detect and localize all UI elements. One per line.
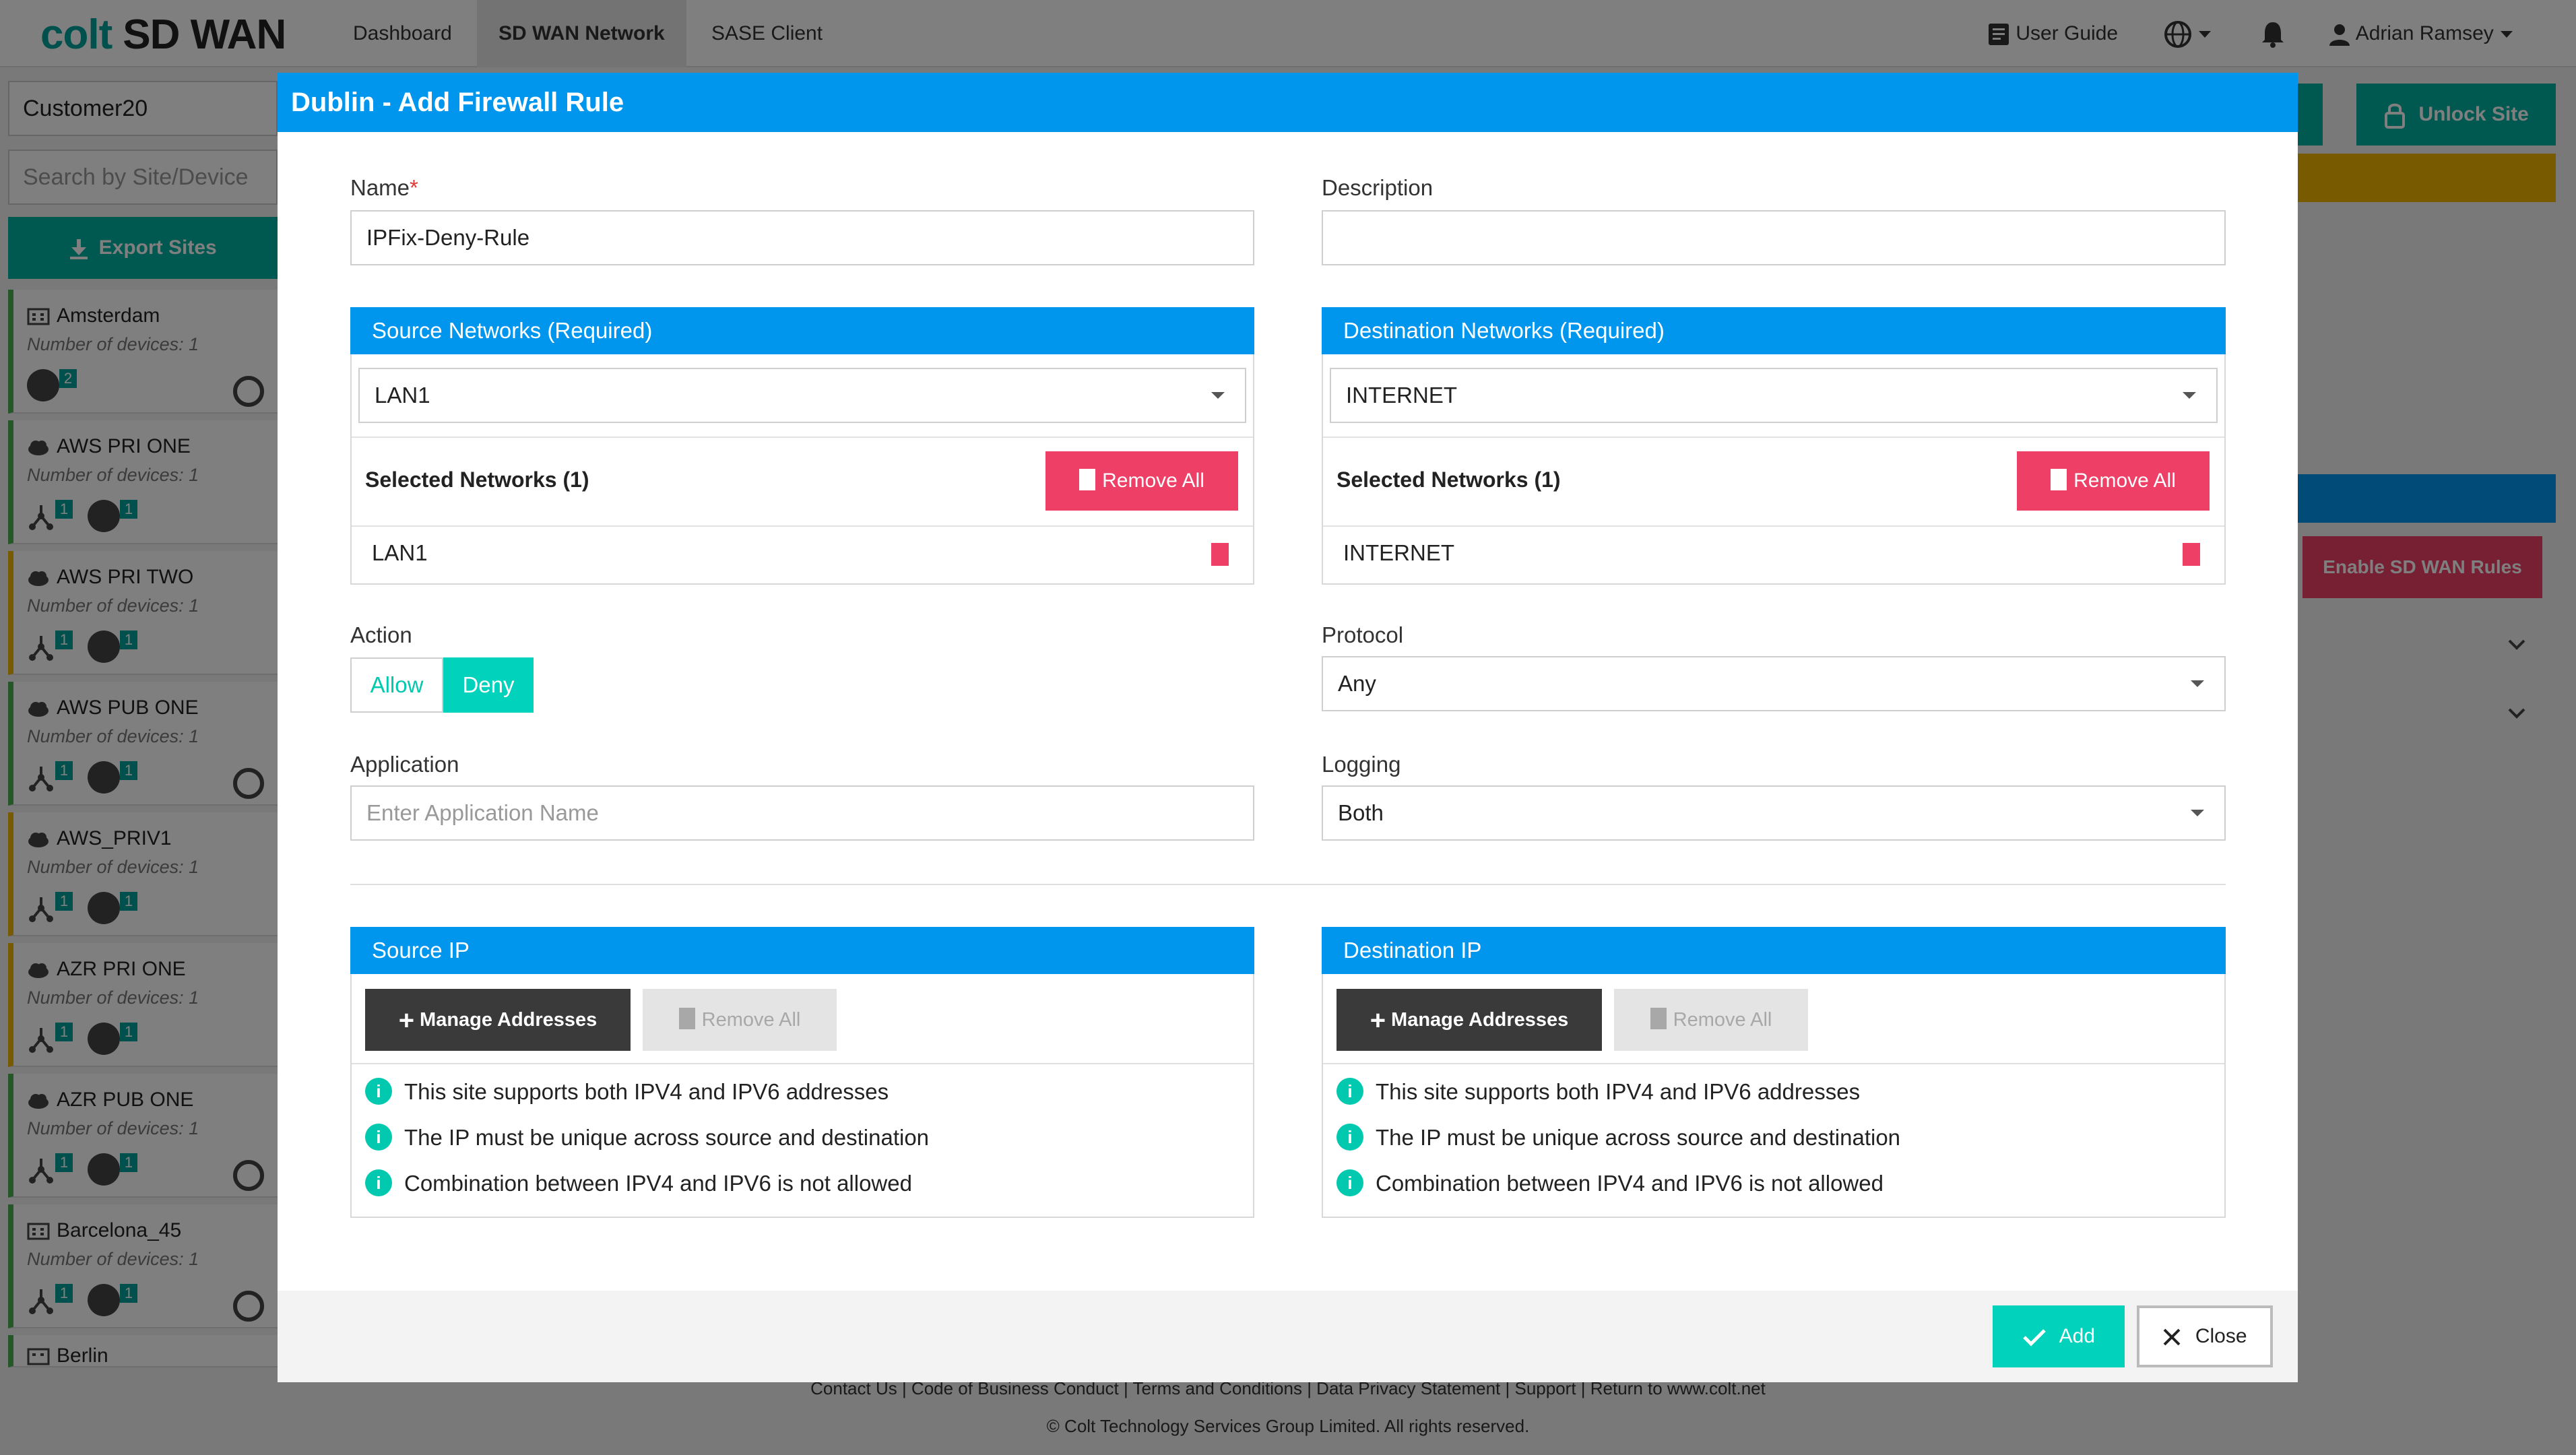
info-icon: i: [1337, 1169, 1363, 1197]
add-button[interactable]: Add: [1993, 1305, 2125, 1367]
application-input[interactable]: Enter Application Name: [350, 785, 1254, 841]
destination-networks-panel: Destination Networks (Required) INTERNET…: [1322, 307, 2226, 585]
source-networks-header: Source Networks (Required): [350, 307, 1254, 354]
destination-networks-header: Destination Networks (Required): [1322, 307, 2226, 354]
trash-icon: [678, 1008, 695, 1030]
caret-down-icon: [2191, 810, 2204, 816]
source-selected-title: Selected Networks (1): [365, 467, 589, 492]
action-label: Action: [350, 622, 412, 647]
logging-label: Logging: [1322, 752, 1401, 777]
source-selected-header: Selected Networks (1) Remove All: [352, 437, 1253, 524]
destination-ip-info-3: i Combination between IPV4 and IPV6 is no…: [1337, 1169, 1883, 1198]
caret-down-icon: [2191, 680, 2204, 687]
destination-selected-title: Selected Networks (1): [1337, 467, 1561, 492]
source-ip-panel: Source IP + Manage Addresses Remove All i…: [350, 927, 1254, 1218]
destination-ip-info-2: i The IP must be unique across source and…: [1337, 1124, 1900, 1153]
source-ip-info-2: i The IP must be unique across source and…: [365, 1124, 929, 1153]
panel-divider: [1323, 1063, 2224, 1064]
action-allow-toggle[interactable]: Allow: [350, 657, 443, 713]
info-icon: i: [1337, 1078, 1363, 1105]
description-input[interactable]: [1322, 210, 2226, 265]
destination-ip-remove-all-button[interactable]: Remove All: [1614, 989, 1808, 1051]
plus-icon: +: [1370, 1006, 1386, 1036]
source-ip-info-1: i This site supports both IPV4 and IPV6 a…: [365, 1078, 889, 1107]
check-icon: [2023, 1329, 2046, 1347]
description-label: Description: [1322, 175, 1434, 200]
name-label: Name*: [350, 175, 418, 200]
source-ip-remove-all-button[interactable]: Remove All: [643, 989, 837, 1051]
source-remove-all-button[interactable]: Remove All: [1045, 451, 1238, 511]
trash-icon: [1650, 1008, 1667, 1030]
trash-icon[interactable]: [1211, 543, 1229, 566]
caret-down-icon: [1211, 392, 1225, 399]
destination-selected-item-label: INTERNET: [1343, 540, 1454, 565]
trash-icon: [1079, 469, 1096, 491]
panel-divider: [352, 1063, 1253, 1064]
dialog-title: Dublin - Add Firewall Rule: [278, 73, 2298, 132]
destination-ip-header: Destination IP: [1322, 927, 2226, 974]
application-label: Application: [350, 752, 459, 777]
source-selected-item: LAN1: [352, 525, 1253, 583]
destination-ip-panel: Destination IP + Manage Addresses Remove …: [1322, 927, 2226, 1218]
destination-networks-select[interactable]: INTERNET: [1330, 368, 2218, 423]
destination-selected-item: INTERNET: [1323, 525, 2224, 583]
source-manage-addresses-button[interactable]: + Manage Addresses: [365, 989, 631, 1051]
name-input[interactable]: IPFix-Deny-Rule: [350, 210, 1254, 265]
destination-ip-info-1: i This site supports both IPV4 and IPV6 a…: [1337, 1078, 1860, 1107]
source-ip-header: Source IP: [350, 927, 1254, 974]
section-divider: [350, 884, 2226, 885]
close-button[interactable]: Close: [2137, 1305, 2273, 1367]
info-icon: i: [1337, 1124, 1363, 1151]
add-firewall-rule-dialog: Dublin - Add Firewall Rule Name* IPFix-D…: [278, 73, 2298, 1382]
plus-icon: +: [398, 1006, 415, 1036]
trash-icon: [2051, 469, 2067, 491]
protocol-select[interactable]: Any: [1322, 656, 2226, 711]
close-icon: [2164, 1328, 2181, 1346]
info-icon: i: [365, 1169, 392, 1197]
logging-select[interactable]: Both: [1322, 785, 2226, 841]
protocol-label: Protocol: [1322, 622, 1404, 647]
destination-manage-addresses-button[interactable]: + Manage Addresses: [1337, 989, 1602, 1051]
info-icon: i: [365, 1078, 392, 1105]
source-ip-info-3: i Combination between IPV4 and IPV6 is no…: [365, 1169, 912, 1198]
trash-icon[interactable]: [2183, 543, 2200, 566]
info-icon: i: [365, 1124, 392, 1151]
dialog-footer: Add Close: [278, 1291, 2298, 1382]
source-networks-select[interactable]: LAN1: [358, 368, 1246, 423]
destination-selected-header: Selected Networks (1) Remove All: [1323, 437, 2224, 524]
caret-down-icon: [2183, 392, 2196, 399]
source-networks-panel: Source Networks (Required) LAN1 Selected…: [350, 307, 1254, 585]
destination-remove-all-button[interactable]: Remove All: [2017, 451, 2210, 511]
action-deny-toggle[interactable]: Deny: [443, 657, 534, 713]
source-selected-item-label: LAN1: [372, 540, 428, 565]
